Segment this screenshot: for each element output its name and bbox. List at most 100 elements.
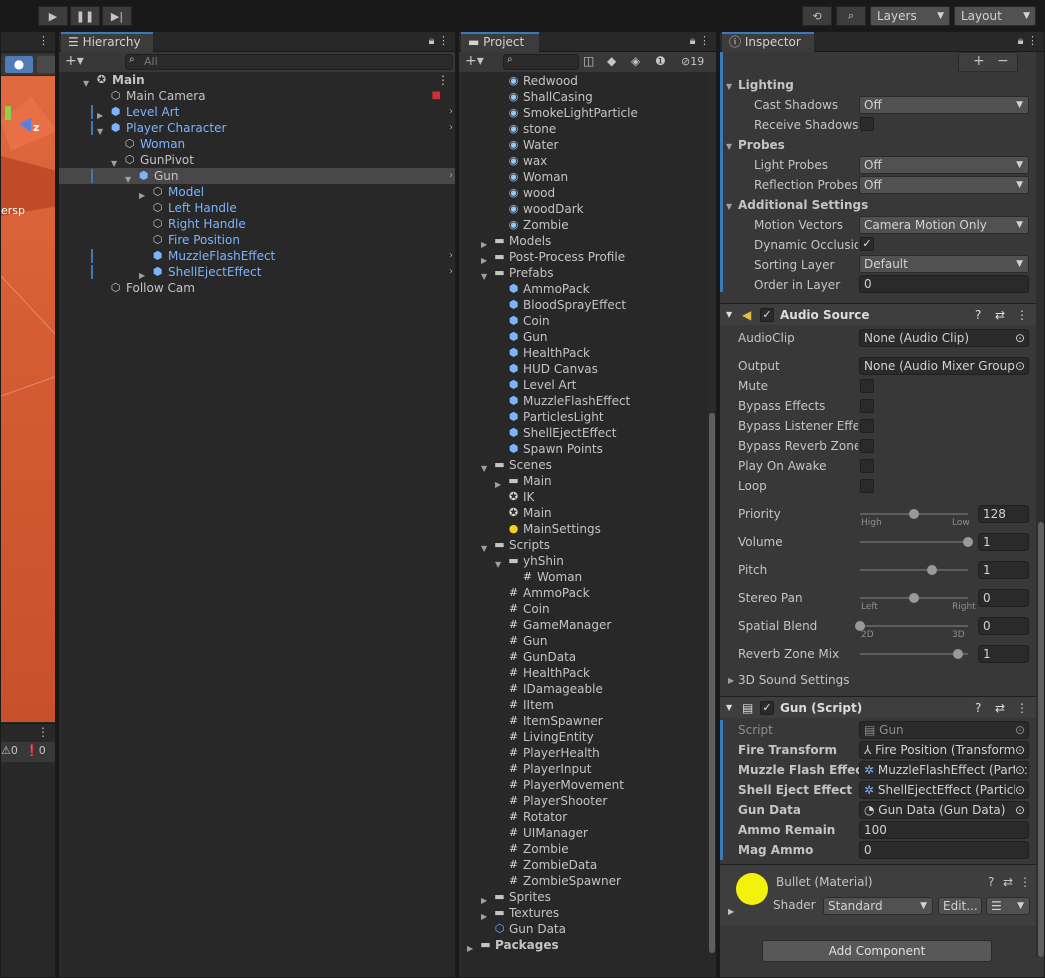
fire-transform-field[interactable]: ⅄ Fire Position (Transform) ⊙ <box>859 741 1029 759</box>
search-button[interactable]: ⌕ <box>836 6 866 26</box>
project-item[interactable]: ▼ ▬ Scripts <box>459 537 707 553</box>
project-item[interactable]: ⬢ Level Art <box>459 377 707 393</box>
help-icon[interactable]: ? <box>975 304 981 326</box>
filter-type-icon[interactable]: ◫ <box>583 54 594 68</box>
add-button[interactable]: +▾ <box>465 53 484 69</box>
more-icon[interactable]: ⋮ <box>1019 875 1031 889</box>
more-icon[interactable]: ⋮ <box>37 725 49 739</box>
project-item[interactable]: ● MainSettings <box>459 521 707 537</box>
cast-shadows-dropdown[interactable]: Off ▼ <box>859 96 1029 114</box>
project-item[interactable]: ▶ ▬ Packages <box>459 937 707 953</box>
project-item[interactable]: # PlayerInput <box>459 761 707 777</box>
lock-icon[interactable]: 🔒︎ ⋮ <box>1018 34 1038 48</box>
gun-script-enabled-checkbox[interactable]: ✓ <box>760 701 774 715</box>
light-probes-dropdown[interactable]: Off ▼ <box>859 156 1029 174</box>
project-item[interactable]: ⬢ HUD Canvas <box>459 361 707 377</box>
lighting-section[interactable]: Lighting <box>738 76 794 94</box>
hierarchy-item[interactable]: ▶ ⬢ ShellEjectEffect › <box>59 264 455 280</box>
project-item[interactable]: # HealthPack <box>459 665 707 681</box>
presets-icon[interactable]: ⇄ <box>995 697 1005 719</box>
project-search-input[interactable] <box>503 54 579 70</box>
hierarchy-search-input[interactable]: All <box>125 54 453 70</box>
project-item[interactable]: ◉ Woman <box>459 169 707 185</box>
help-icon[interactable]: ? <box>988 875 994 889</box>
project-item[interactable]: # Gun <box>459 633 707 649</box>
project-item[interactable]: ◉ Water <box>459 137 707 153</box>
stereo-input[interactable]: 0 <box>978 589 1029 607</box>
hierarchy-item[interactable]: ⬡ Main Camera ■ <box>59 88 455 104</box>
output-field[interactable]: None (Audio Mixer Group) ⊙ <box>859 357 1029 375</box>
project-item[interactable]: ▶ ▬ Models <box>459 233 707 249</box>
project-item[interactable]: ⬢ Coin <box>459 313 707 329</box>
hierarchy-item[interactable]: ▼ ✪ Main ⋮ <box>59 72 455 88</box>
project-item[interactable]: # LivingEntity <box>459 729 707 745</box>
project-item[interactable]: # PlayerMovement <box>459 777 707 793</box>
ammo-remain-input[interactable]: 100 <box>859 821 1029 839</box>
hidden-packages-toggle[interactable]: ⊘19 <box>681 55 704 68</box>
scene-gizmo[interactable] <box>1 76 56 722</box>
project-item[interactable]: ⬢ BloodSprayEffect <box>459 297 707 313</box>
audio-source-header[interactable]: ▼ ◀ ✓ Audio Source ? ⇄ ⋮ <box>720 303 1044 326</box>
project-item[interactable]: # ZombieData <box>459 857 707 873</box>
list-add-remove[interactable]: + − <box>958 52 1018 72</box>
gun-data-field[interactable]: ◔ Gun Data (Gun Data) ⊙ <box>859 801 1029 819</box>
chevron-right-icon[interactable]: › <box>449 248 453 264</box>
project-item[interactable]: # GunData <box>459 649 707 665</box>
3d-sound-settings-foldout[interactable]: 3D Sound Settings <box>738 671 850 689</box>
presets-icon[interactable]: ⇄ <box>995 304 1005 326</box>
chevron-right-icon[interactable]: ▶ <box>467 941 473 957</box>
project-item[interactable]: # Coin <box>459 601 707 617</box>
gun-script-header[interactable]: ▼ ▤ ✓ Gun (Script) ? ⇄ ⋮ <box>720 696 1044 719</box>
volume-input[interactable]: 1 <box>978 533 1029 551</box>
shell-eject-field[interactable]: ✲ ShellEjectEffect (Particle System)⊙ <box>859 781 1029 799</box>
project-item[interactable]: ◉ stone <box>459 121 707 137</box>
play-on-awake-checkbox[interactable] <box>860 459 874 473</box>
shader-options-dropdown[interactable]: ☰ ▼ <box>986 897 1030 915</box>
project-item[interactable]: # ItemSpawner <box>459 713 707 729</box>
bypass-effects-checkbox[interactable] <box>860 399 874 413</box>
shader-dropdown[interactable]: Standard ▼ <box>823 897 933 915</box>
step-button[interactable]: ▶| <box>102 6 132 26</box>
project-item[interactable]: # PlayerHealth <box>459 745 707 761</box>
spatial-slider[interactable] <box>860 625 968 627</box>
muzzle-flash-field[interactable]: ✲ MuzzleFlashEffect (Particle System)⊙ <box>859 761 1029 779</box>
mag-ammo-input[interactable]: 0 <box>859 841 1029 859</box>
project-item[interactable]: ▶ ▬ Main <box>459 473 707 489</box>
chevron-down-icon[interactable]: ▼ <box>726 697 732 719</box>
order-in-layer-input[interactable]: 0 <box>859 275 1029 293</box>
hierarchy-item[interactable]: ▼ ⬢ Player Character › <box>59 120 455 136</box>
hierarchy-item[interactable]: ⬡ Fire Position <box>59 232 455 248</box>
filter-label-icon[interactable]: ◆ <box>607 54 616 68</box>
edit-shader-button[interactable]: Edit... <box>938 897 982 915</box>
tab-hierarchy[interactable]: ☰ Hierarchy <box>61 32 153 52</box>
error-count[interactable]: ❗0 <box>25 744 46 757</box>
project-item[interactable]: ⬢ ParticlesLight <box>459 409 707 425</box>
stereo-slider-knob[interactable] <box>909 593 919 603</box>
scrollbar-thumb[interactable] <box>1038 522 1044 957</box>
bypass-listener-checkbox[interactable] <box>860 419 874 433</box>
hierarchy-item[interactable]: ⬢ MuzzleFlashEffect › <box>59 248 455 264</box>
more-icon[interactable]: ⋮ <box>1016 304 1028 326</box>
dynamic-occlusion-checkbox[interactable]: ✓ <box>860 237 874 251</box>
material-header[interactable]: ▶ Bullet (Material) ? ⇄ ⋮ Shader Standar… <box>720 864 1044 926</box>
hierarchy-item[interactable]: ▶ ⬡ Model <box>59 184 455 200</box>
project-item[interactable]: # GameManager <box>459 617 707 633</box>
audio-source-enabled-checkbox[interactable]: ✓ <box>760 308 774 322</box>
project-item[interactable]: ▶ ▬ Post-Process Profile <box>459 249 707 265</box>
chevron-right-icon[interactable]: › <box>449 168 453 184</box>
priority-slider-knob[interactable] <box>909 509 919 519</box>
reflection-probes-dropdown[interactable]: Off ▼ <box>859 176 1029 194</box>
help-icon[interactable]: ? <box>975 697 981 719</box>
hierarchy-item[interactable]: ▼ ⬢ Gun › <box>59 168 455 184</box>
project-item[interactable]: ◉ SmokeLightParticle <box>459 105 707 121</box>
project-item[interactable]: # ZombieSpawner <box>459 873 707 889</box>
project-item[interactable]: # Rotator <box>459 809 707 825</box>
more-icon[interactable]: ⋮ <box>1016 697 1028 719</box>
project-item[interactable]: ◉ wax <box>459 153 707 169</box>
scene-viewport[interactable]: z ersp <box>1 76 56 722</box>
layers-dropdown[interactable]: Layers ▼ <box>870 6 950 26</box>
pause-button[interactable]: ❚❚ <box>70 6 100 26</box>
project-item[interactable]: ◉ Redwood <box>459 73 707 89</box>
project-item[interactable]: ⬢ Spawn Points <box>459 441 707 457</box>
reverb-slider[interactable] <box>860 653 968 655</box>
